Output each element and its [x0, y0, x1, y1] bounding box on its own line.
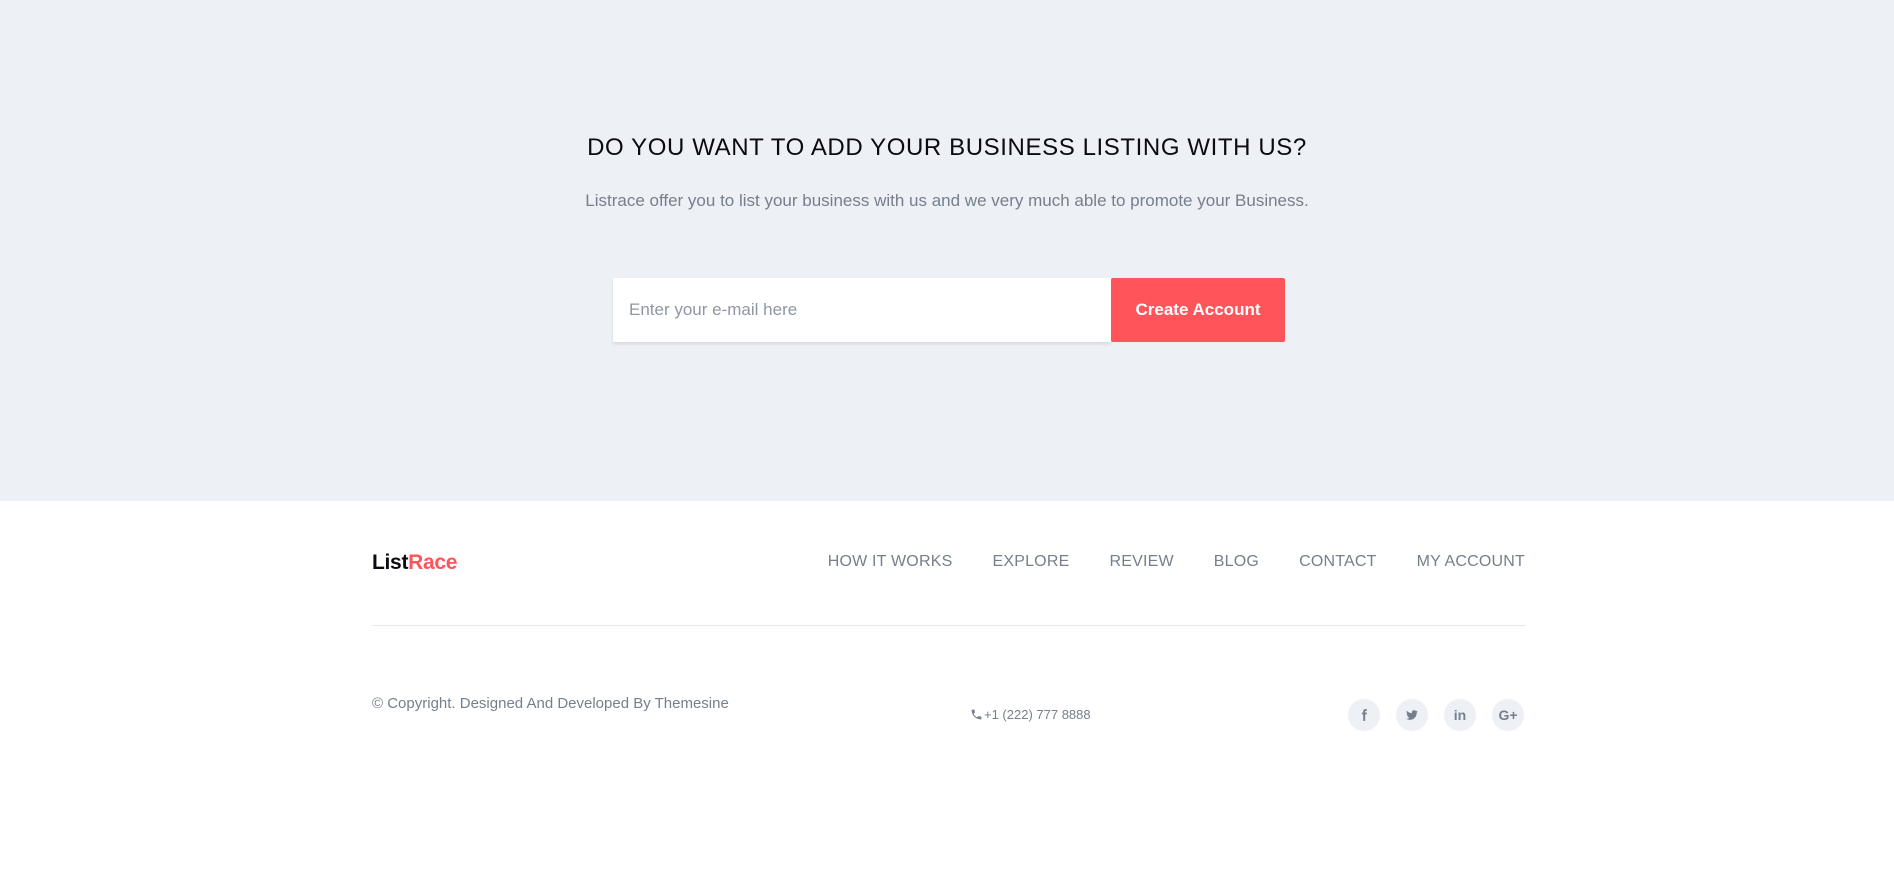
google-plus-icon[interactable]: G+ [1492, 699, 1524, 731]
social-links: in G+ [1348, 699, 1524, 731]
create-account-button[interactable]: Create Account [1111, 278, 1285, 342]
footer-nav: HOW IT WORKS EXPLORE REVIEW BLOG CONTACT… [828, 553, 1525, 571]
footer-logo[interactable]: ListRace [372, 551, 457, 575]
phone-contact: +1 (222) 777 8888 [970, 707, 1091, 722]
linkedin-icon[interactable]: in [1444, 699, 1476, 731]
nav-my-account[interactable]: MY ACCOUNT [1417, 553, 1525, 571]
nav-blog[interactable]: BLOG [1214, 553, 1259, 571]
nav-how-it-works[interactable]: HOW IT WORKS [828, 553, 953, 571]
email-input[interactable] [613, 278, 1111, 342]
facebook-icon[interactable] [1348, 699, 1380, 731]
logo-text-list: List [372, 551, 409, 574]
nav-contact[interactable]: CONTACT [1299, 553, 1377, 571]
subscribe-section: DO YOU WANT TO ADD YOUR BUSINESS LISTING… [0, 0, 1894, 501]
phone-number: +1 (222) 777 8888 [984, 707, 1091, 722]
twitter-icon[interactable] [1396, 699, 1428, 731]
phone-icon [971, 709, 982, 720]
section-title: DO YOU WANT TO ADD YOUR BUSINESS LISTING… [587, 134, 1307, 161]
nav-review[interactable]: REVIEW [1109, 553, 1173, 571]
section-subtitle: Listrace offer you to list your business… [585, 191, 1309, 210]
copyright-text: © Copyright. Designed And Developed By T… [372, 695, 729, 712]
nav-explore[interactable]: EXPLORE [992, 553, 1069, 571]
logo-text-race: Race [408, 551, 458, 574]
footer-divider [372, 625, 1525, 626]
